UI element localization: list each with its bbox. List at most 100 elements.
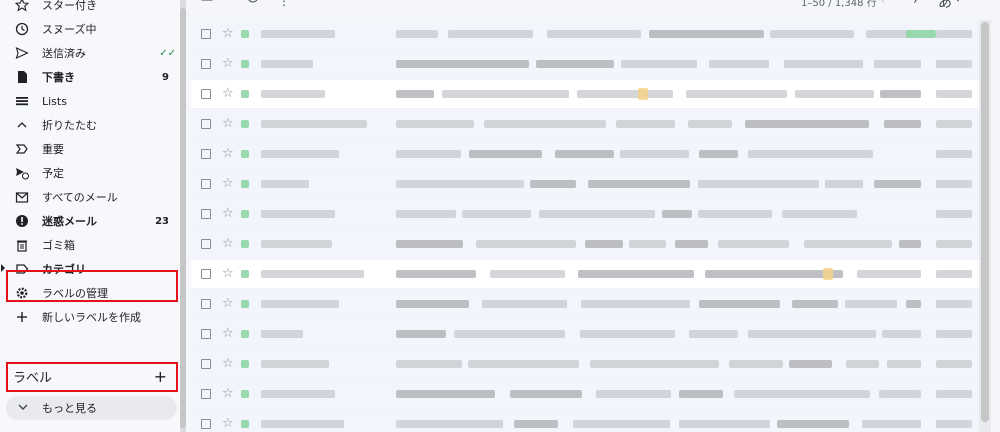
sender-avatar-blur	[241, 390, 249, 398]
label-chip-blur	[823, 268, 833, 280]
sidebar-item-lists[interactable]: Lists	[6, 90, 176, 112]
row-checkbox[interactable]	[201, 359, 211, 369]
star-icon[interactable]: ☆	[222, 415, 234, 432]
email-snippet-blur	[596, 390, 671, 398]
email-row[interactable]: ☆	[191, 230, 979, 259]
sidebar-nav: スター付きスヌーズ中 送信済み ✓✓ 下書き 9 Lists 折りたたむ 重要 予定 すべてのメー…	[0, 0, 180, 432]
email-row[interactable]: ☆	[191, 410, 979, 432]
row-checkbox[interactable]	[201, 389, 211, 399]
row-checkbox[interactable]	[201, 419, 211, 429]
star-icon[interactable]: ☆	[222, 85, 234, 103]
sidebar-item-spam[interactable]: 迷惑メール 23	[6, 210, 176, 232]
row-checkbox[interactable]	[201, 209, 211, 219]
row-checkbox[interactable]	[201, 59, 211, 69]
email-row[interactable]: ☆	[191, 110, 979, 139]
star-icon[interactable]: ☆	[222, 175, 234, 193]
row-checkbox[interactable]	[201, 149, 211, 159]
email-row[interactable]: ☆	[191, 140, 979, 169]
row-checkbox[interactable]	[201, 239, 211, 249]
input-tools-caret-icon[interactable]: ▾	[956, 0, 960, 4]
email-row[interactable]: ☆	[191, 290, 979, 319]
sidebar-item-label: Lists	[42, 94, 67, 108]
email-row[interactable]: ☆	[191, 380, 979, 409]
sidebar-item-label: 下書き	[42, 71, 75, 84]
star-icon[interactable]: ☆	[222, 25, 234, 43]
row-checkbox[interactable]	[201, 89, 211, 99]
sidebar-scrollbar-thumb[interactable]	[180, 8, 186, 428]
star-icon	[14, 0, 30, 13]
star-icon[interactable]: ☆	[222, 325, 234, 343]
email-row[interactable]: ☆	[191, 350, 979, 379]
row-checkbox[interactable]	[201, 119, 211, 129]
email-snippet-blur	[454, 330, 565, 338]
input-tools-button[interactable]: あ	[938, 0, 952, 12]
email-row[interactable]: ☆	[191, 200, 979, 229]
list-scrollbar-thumb[interactable]	[981, 22, 989, 422]
sidebar-item-collapse[interactable]: 折りたたむ	[6, 114, 176, 136]
email-row[interactable]: ☆	[191, 20, 979, 49]
email-date-blur	[936, 420, 972, 428]
row-checkbox[interactable]	[201, 179, 211, 189]
email-snippet-blur	[514, 420, 558, 428]
email-snippet-blur	[580, 330, 675, 338]
row-checkbox[interactable]	[201, 299, 211, 309]
sender-name-blur	[261, 210, 335, 218]
star-icon[interactable]: ☆	[222, 295, 234, 313]
star-icon[interactable]: ☆	[222, 145, 234, 163]
sender-avatar-blur	[241, 270, 249, 278]
row-checkbox[interactable]	[201, 29, 211, 39]
sidebar-item-label: ゴミ箱	[42, 239, 75, 252]
email-row[interactable]: ☆	[191, 80, 979, 109]
row-checkbox[interactable]	[201, 329, 211, 339]
sidebar-item-label: 迷惑メール	[42, 215, 97, 228]
sender-name-blur	[261, 360, 329, 368]
sidebar-item-important[interactable]: 重要	[6, 138, 176, 160]
email-snippet-blur	[468, 360, 579, 368]
sender-name-blur	[261, 150, 339, 158]
sender-avatar-blur	[241, 240, 249, 248]
sidebar-item-scheduled[interactable]: 予定	[6, 162, 176, 184]
row-checkbox[interactable]	[201, 269, 211, 279]
email-snippet-blur	[795, 90, 874, 98]
important-icon	[14, 141, 30, 157]
email-snippet-blur	[482, 300, 567, 308]
email-snippet-blur	[825, 180, 863, 188]
email-date-blur	[936, 360, 972, 368]
email-row[interactable]: ☆	[191, 50, 979, 79]
email-row[interactable]: ☆	[191, 170, 979, 199]
sidebar-item-snoozed[interactable]: スヌーズ中	[6, 18, 176, 40]
star-icon[interactable]: ☆	[222, 235, 234, 253]
email-row[interactable]: ☆	[191, 260, 979, 289]
more-button[interactable]: もっと見る	[6, 396, 177, 420]
star-icon[interactable]: ☆	[222, 265, 234, 283]
star-icon[interactable]: ☆	[222, 55, 234, 73]
email-row[interactable]: ☆	[191, 320, 979, 349]
email-snippet-blur	[578, 270, 694, 278]
refresh-icon[interactable]	[246, 0, 258, 9]
sidebar-item-sent[interactable]: 送信済み ✓✓	[6, 42, 176, 64]
email-snippet-blur	[396, 30, 438, 38]
email-date-blur	[936, 270, 972, 278]
prev-page-icon[interactable]: ‹	[881, 0, 885, 7]
star-icon[interactable]: ☆	[222, 385, 234, 403]
email-snippet-blur	[396, 150, 461, 158]
sidebar-item-all-mail[interactable]: すべてのメール	[6, 186, 176, 208]
sidebar-item-trash[interactable]: ゴミ箱	[6, 234, 176, 256]
star-icon[interactable]: ☆	[222, 355, 234, 373]
next-page-icon[interactable]: ›	[913, 0, 917, 7]
email-snippet-blur	[530, 180, 576, 188]
star-icon[interactable]: ☆	[222, 205, 234, 223]
list-icon	[14, 93, 30, 109]
select-checkbox-icon[interactable]	[201, 0, 225, 9]
sidebar-item-create-label[interactable]: 新しいラベルを作成	[6, 306, 176, 328]
email-snippet-blur	[874, 60, 921, 68]
email-snippet-blur	[699, 150, 738, 158]
email-snippet-blur	[616, 120, 675, 128]
email-snippet-blur	[688, 120, 732, 128]
sidebar-item-starred[interactable]: スター付き	[6, 0, 176, 16]
star-icon[interactable]: ☆	[222, 115, 234, 133]
expand-arrow-icon[interactable]	[1, 264, 5, 272]
sender-avatar-blur	[241, 30, 249, 38]
sidebar-item-drafts[interactable]: 下書き 9	[6, 66, 176, 88]
more-vert-icon[interactable]: ⋮	[278, 0, 290, 8]
